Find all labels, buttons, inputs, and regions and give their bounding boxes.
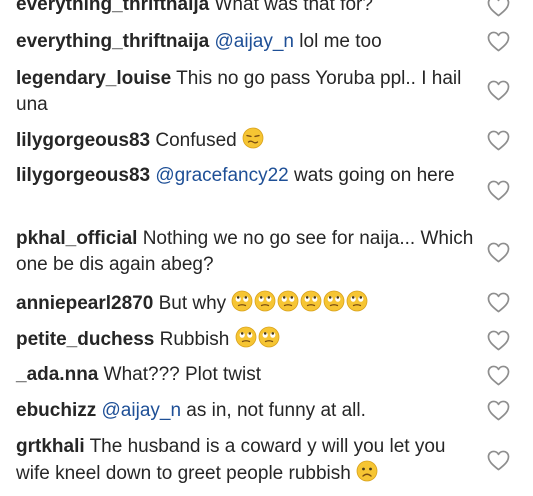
comment-text: What??? Plot twist: [103, 364, 261, 385]
heart-outline-icon-like-button[interactable]: [487, 180, 510, 201]
comment-username[interactable]: petite_duchess: [16, 329, 154, 350]
comment-username[interactable]: anniepearl2870: [16, 293, 153, 314]
heart-outline-icon-like-button[interactable]: [487, 400, 510, 421]
comment-mention-link[interactable]: @gracefancy22: [155, 165, 288, 186]
heart-outline-icon-like-button[interactable]: [487, 80, 510, 101]
comment-text: Confused: [155, 130, 237, 151]
comment-username[interactable]: ebuchizz: [16, 400, 96, 421]
heart-outline-icon: [487, 31, 510, 52]
comment-username[interactable]: legendary_louise: [16, 68, 171, 89]
heart-outline-icon: [487, 180, 510, 201]
heart-outline-icon-like-button[interactable]: [487, 130, 510, 151]
comment-text: as in, not funny at all.: [186, 400, 366, 421]
heart-outline-icon-like-button[interactable]: [487, 31, 510, 52]
heart-outline-icon-like-button[interactable]: [487, 292, 510, 313]
heart-outline-icon: [487, 400, 510, 421]
comment-text: lol me too: [299, 31, 382, 52]
heart-outline-icon: [487, 365, 510, 386]
comment-mention-link[interactable]: @aijay_n: [102, 400, 182, 421]
comment-text: But why: [158, 293, 227, 314]
heart-outline-icon: [487, 450, 510, 471]
comment-item: lilygorgeous83 Confused: [16, 127, 478, 157]
comment-text: wats going on here: [294, 165, 455, 186]
heart-outline-icon-like-button[interactable]: [487, 242, 510, 263]
comment-text: What was that for?: [214, 0, 373, 15]
heart-outline-icon-like-button[interactable]: [487, 450, 510, 471]
heart-outline-icon-like-button[interactable]: [487, 365, 510, 386]
frown-face-emoji: [356, 460, 378, 490]
heart-outline-icon: [487, 0, 510, 17]
comment-item: petite_duchess Rubbish: [16, 326, 478, 356]
eye-roll-face-emoji: [323, 290, 345, 320]
comment-item: pkhal_official Nothing we no go see for …: [16, 226, 478, 278]
comment-username[interactable]: lilygorgeous83: [16, 130, 150, 151]
comment-mention-link[interactable]: @aijay_n: [215, 31, 295, 52]
eye-roll-face-emoji: [346, 290, 368, 320]
comment-username[interactable]: everything_thriftnaija: [16, 0, 209, 15]
heart-outline-icon: [487, 330, 510, 351]
comment-item: grtkhali The husband is a coward y will …: [16, 434, 478, 490]
eye-roll-face-emoji: [235, 326, 257, 356]
comment-item: everything_thriftnaija @aijay_n lol me t…: [16, 29, 478, 55]
comment-username[interactable]: everything_thriftnaija: [16, 31, 209, 52]
comment-item: anniepearl2870 But why: [16, 290, 478, 320]
comment-text: Rubbish: [159, 329, 230, 350]
eye-roll-face-emoji: [231, 290, 253, 320]
heart-outline-icon: [487, 80, 510, 101]
heart-outline-icon-like-button[interactable]: [487, 330, 510, 351]
comment-username[interactable]: _ada.nna: [16, 364, 98, 385]
heart-outline-icon: [487, 130, 510, 151]
comment-item: ebuchizz @aijay_n as in, not funny at al…: [16, 398, 478, 424]
comment-username[interactable]: grtkhali: [16, 436, 85, 457]
eye-roll-face-emoji: [277, 290, 299, 320]
confused-face-emoji: [242, 127, 264, 157]
comment-item: _ada.nna What??? Plot twist: [16, 362, 478, 388]
eye-roll-face-emoji: [258, 326, 280, 356]
heart-outline-icon-like-button[interactable]: [487, 0, 510, 17]
comment-username[interactable]: lilygorgeous83: [16, 165, 150, 186]
comment-item: everything_thriftnaija What was that for…: [16, 0, 478, 18]
comment-item: legendary_louise This no go pass Yoruba …: [16, 66, 478, 118]
heart-outline-icon: [487, 242, 510, 263]
eye-roll-face-emoji: [254, 290, 276, 320]
heart-outline-icon: [487, 292, 510, 313]
comment-item: lilygorgeous83 @gracefancy22 wats going …: [16, 163, 478, 189]
comment-username[interactable]: pkhal_official: [16, 228, 137, 249]
eye-roll-face-emoji: [300, 290, 322, 320]
